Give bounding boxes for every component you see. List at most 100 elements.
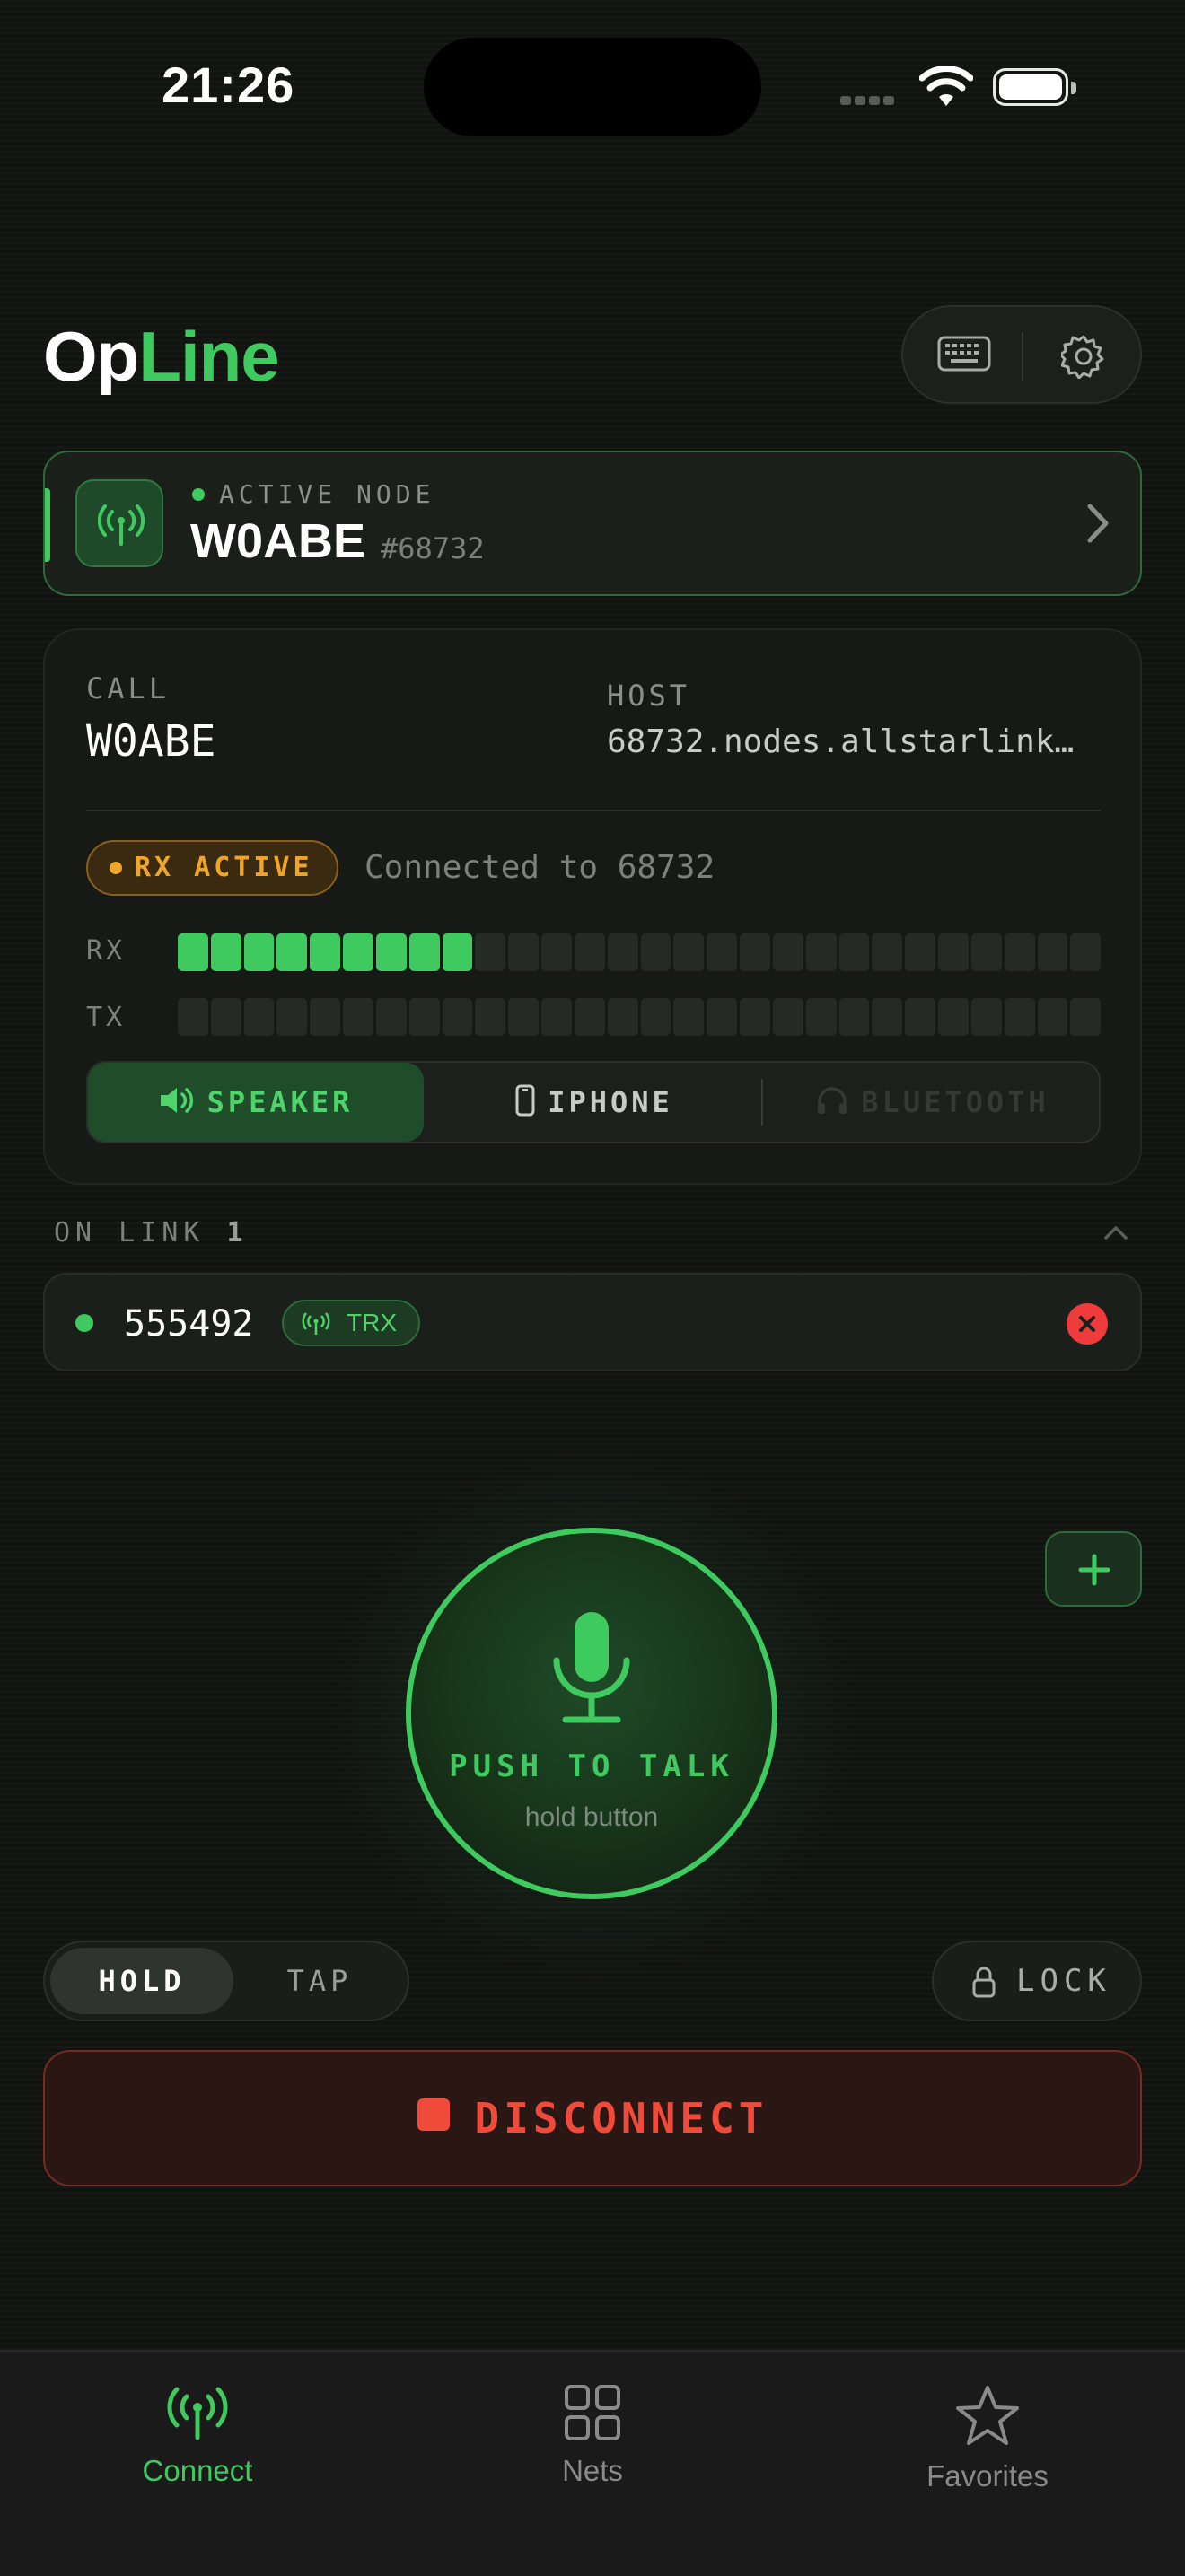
tx-meter-segment [1004, 998, 1035, 1036]
tx-meter-segment [541, 998, 572, 1036]
link-row[interactable]: 555492 TRX [43, 1273, 1142, 1371]
battery-icon [993, 68, 1076, 106]
rx-meter-segment [243, 933, 275, 971]
tap-mode-option[interactable]: TAP [237, 1948, 402, 2014]
connection-status-text: Connected to 68732 [364, 849, 715, 886]
headphones-icon [818, 1087, 847, 1114]
rx-meter-segment [276, 933, 308, 971]
tx-meter-label: TX [86, 1002, 127, 1033]
hold-mode-option[interactable]: HOLD [50, 1948, 233, 2014]
header-divider [1022, 332, 1023, 381]
rx-meter-segment [772, 933, 803, 971]
phone-icon [515, 1084, 535, 1117]
ptt-mode-toggle: HOLD TAP [43, 1941, 409, 2021]
tab-connect-label: Connect [142, 2454, 253, 2487]
tx-meter-segment [805, 998, 837, 1036]
microphone-icon [551, 1610, 632, 1731]
star-icon [956, 2386, 1019, 2445]
push-to-talk-button[interactable]: PUSH TO TALK hold button [406, 1528, 777, 1899]
call-label: CALL [86, 671, 171, 705]
rx-meter-segment [740, 933, 770, 971]
rx-meter-segment [905, 933, 936, 971]
disconnect-button[interactable]: DISCONNECT [43, 2050, 1142, 2186]
audio-output-selector: SPEAKER IPHONE BLUETOOTH [86, 1061, 1101, 1143]
host-label: HOST [607, 679, 691, 713]
rx-meter-segment [938, 933, 969, 971]
status-time: 21:26 [162, 57, 295, 113]
segment-divider [761, 1079, 763, 1126]
rx-meter-segment [707, 933, 738, 971]
remove-link-button[interactable] [1066, 1303, 1108, 1345]
tx-meter-segment [640, 998, 672, 1036]
tx-meter-segment [375, 998, 407, 1036]
header-actions [901, 305, 1142, 404]
rx-meter-segment [673, 933, 705, 971]
tx-meter-segment [740, 998, 770, 1036]
tab-favorites-label: Favorites [926, 2459, 1049, 2493]
active-node-card[interactable]: ACTIVE NODE W0ABE #68732 [43, 451, 1142, 596]
tx-meter-segment [872, 998, 903, 1036]
tx-meter-segment [343, 998, 373, 1036]
rx-meter-segment [508, 933, 540, 971]
active-node-label: ACTIVE NODE [219, 479, 435, 509]
rx-meter-segment [607, 933, 638, 971]
rx-meter-segment [838, 933, 870, 971]
tx-meter-segment [408, 998, 440, 1036]
on-link-header: ON LINK 1 [54, 1217, 249, 1249]
tx-meter-segment [243, 998, 275, 1036]
rx-active-badge: RX ACTIVE [86, 840, 338, 896]
tab-connect[interactable]: Connect [63, 2384, 332, 2488]
tx-level-meter [178, 998, 1102, 1036]
rx-meter-segment [210, 933, 241, 971]
antenna-icon [167, 2387, 228, 2440]
call-value: W0ABE [86, 716, 216, 767]
lock-button[interactable]: LOCK [932, 1941, 1142, 2021]
lock-label: LOCK [1016, 1963, 1111, 1999]
rx-meter-segment [343, 933, 373, 971]
gear-icon[interactable] [1058, 334, 1106, 383]
plus-icon [1078, 1554, 1110, 1586]
link-status-dot [75, 1314, 93, 1332]
rx-meter-segment [1037, 933, 1068, 971]
disconnect-label: DISCONNECT [474, 2094, 768, 2142]
node-antenna-icon [75, 479, 163, 567]
add-link-button[interactable] [1045, 1531, 1142, 1607]
panel-divider [86, 810, 1101, 811]
chevron-up-icon[interactable] [1102, 1224, 1129, 1245]
speaker-icon [160, 1088, 193, 1113]
tx-meter-segment [178, 998, 208, 1036]
grid-icon [565, 2385, 620, 2440]
tx-meter-segment [310, 998, 341, 1036]
tx-meter-segment [938, 998, 969, 1036]
rx-meter-segment [970, 933, 1002, 971]
tx-meter-segment [673, 998, 705, 1036]
tx-meter-segment [1070, 998, 1102, 1036]
rx-meter-segment [805, 933, 837, 971]
rx-meter-segment [872, 933, 903, 971]
app-logo: OpLine [43, 317, 280, 396]
tx-meter-segment [772, 998, 803, 1036]
link-node-id: 555492 [124, 1303, 254, 1345]
keypad-icon[interactable] [937, 336, 991, 376]
antenna-icon [302, 1312, 330, 1335]
lock-icon [972, 1967, 996, 1998]
tx-meter-segment [1037, 998, 1068, 1036]
tx-meter-segment [276, 998, 308, 1036]
chevron-right-icon [1084, 501, 1111, 550]
tx-meter-segment [905, 998, 936, 1036]
tab-nets[interactable]: Nets [458, 2384, 727, 2488]
rx-meter-segment [408, 933, 440, 971]
speaker-option[interactable]: SPEAKER [88, 1063, 424, 1142]
tx-meter-segment [508, 998, 540, 1036]
tab-favorites[interactable]: Favorites [853, 2384, 1122, 2493]
cellular-signal-icon [840, 93, 898, 110]
bluetooth-option[interactable]: BLUETOOTH [767, 1063, 1099, 1142]
tx-meter-segment [970, 998, 1002, 1036]
active-node-number: #68732 [381, 531, 485, 565]
rx-level-meter [178, 933, 1102, 971]
active-node-callsign: W0ABE [190, 514, 366, 568]
rx-meter-segment [541, 933, 572, 971]
wifi-icon [918, 66, 974, 112]
iphone-option[interactable]: IPHONE [424, 1063, 765, 1142]
tab-bar: Connect Nets Favorites [0, 2350, 1185, 2576]
